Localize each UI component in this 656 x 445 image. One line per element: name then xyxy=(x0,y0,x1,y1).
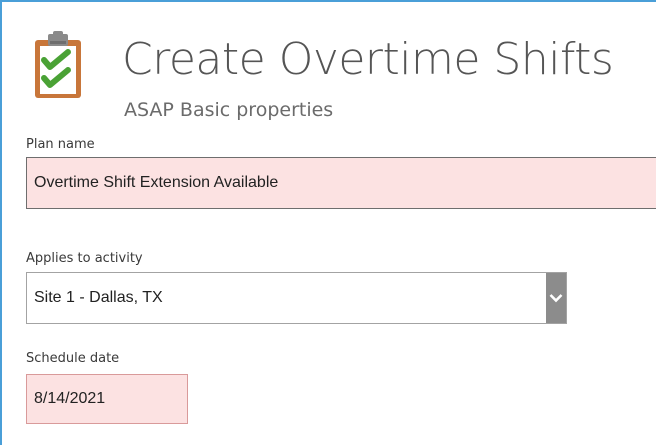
schedule-date-label: Schedule date xyxy=(26,351,120,366)
page-title: Create Overtime Shifts xyxy=(122,34,614,85)
applies-to-activity-value: Site 1 - Dallas, TX xyxy=(34,289,163,306)
clipboard-checklist-icon xyxy=(35,31,81,98)
dialog-frame: Create Overtime Shifts ASAP Basic proper… xyxy=(0,0,656,445)
applies-to-activity-label: Applies to activity xyxy=(26,251,143,266)
plan-name-input[interactable]: Overtime Shift Extension Available xyxy=(26,157,656,209)
schedule-date-input[interactable]: 8/14/2021 xyxy=(26,374,188,424)
page-subtitle: ASAP Basic properties xyxy=(124,99,334,121)
plan-name-label: Plan name xyxy=(26,137,95,152)
applies-to-activity-select[interactable]: Site 1 - Dallas, TX xyxy=(26,272,567,324)
dropdown-arrow-button[interactable] xyxy=(546,273,566,323)
chevron-down-icon xyxy=(549,294,563,303)
